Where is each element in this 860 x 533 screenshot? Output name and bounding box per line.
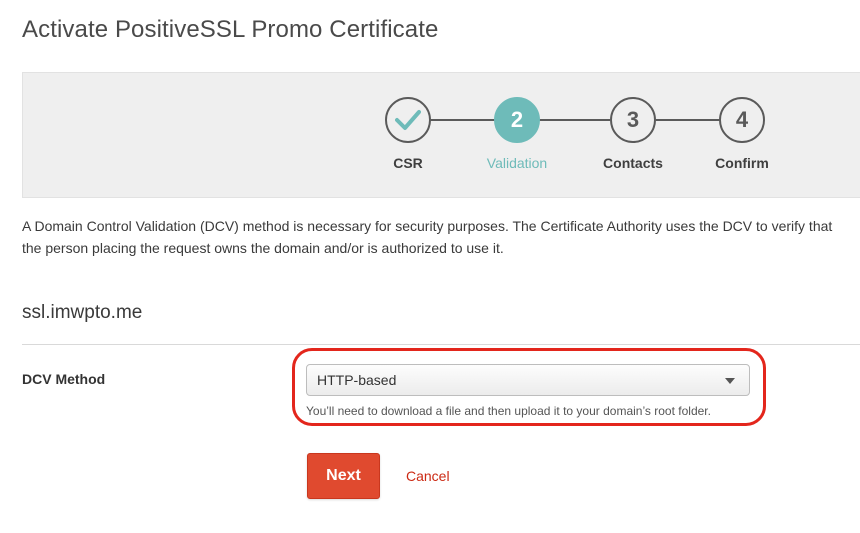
- step-label-contacts: Contacts: [603, 155, 663, 171]
- step-validation: 2 Validation: [472, 97, 562, 171]
- step-label-confirm: Confirm: [715, 155, 769, 171]
- step-label-csr: CSR: [393, 155, 423, 171]
- domain-name: ssl.imwpto.me: [22, 302, 143, 323]
- step-circle-csr: [385, 97, 431, 143]
- step-csr: CSR: [363, 97, 453, 171]
- dcv-method-select[interactable]: HTTP-based: [306, 364, 750, 396]
- dcv-method-selected-value: HTTP-based: [317, 372, 397, 388]
- page-title: Activate PositiveSSL Promo Certificate: [22, 16, 439, 43]
- dcv-description: A Domain Control Validation (DCV) method…: [22, 218, 833, 256]
- checkmark-icon: [395, 110, 421, 130]
- step-contacts: 3 Contacts: [588, 97, 678, 171]
- next-button[interactable]: Next: [307, 453, 380, 499]
- step-circle-contacts: 3: [610, 97, 656, 143]
- step-label-validation: Validation: [486, 155, 548, 171]
- dcv-help-text: You’ll need to download a file and then …: [306, 404, 711, 418]
- step-confirm: 4 Confirm: [697, 97, 787, 171]
- step-circle-validation: 2: [494, 97, 540, 143]
- cancel-link[interactable]: Cancel: [406, 468, 450, 484]
- progress-stepper: CSR 2 Validation 3 Contacts 4 Confirm: [22, 72, 860, 198]
- divider: [22, 344, 860, 345]
- step-circle-confirm: 4: [719, 97, 765, 143]
- dcv-method-label: DCV Method: [22, 371, 106, 387]
- chevron-down-icon: [725, 378, 735, 384]
